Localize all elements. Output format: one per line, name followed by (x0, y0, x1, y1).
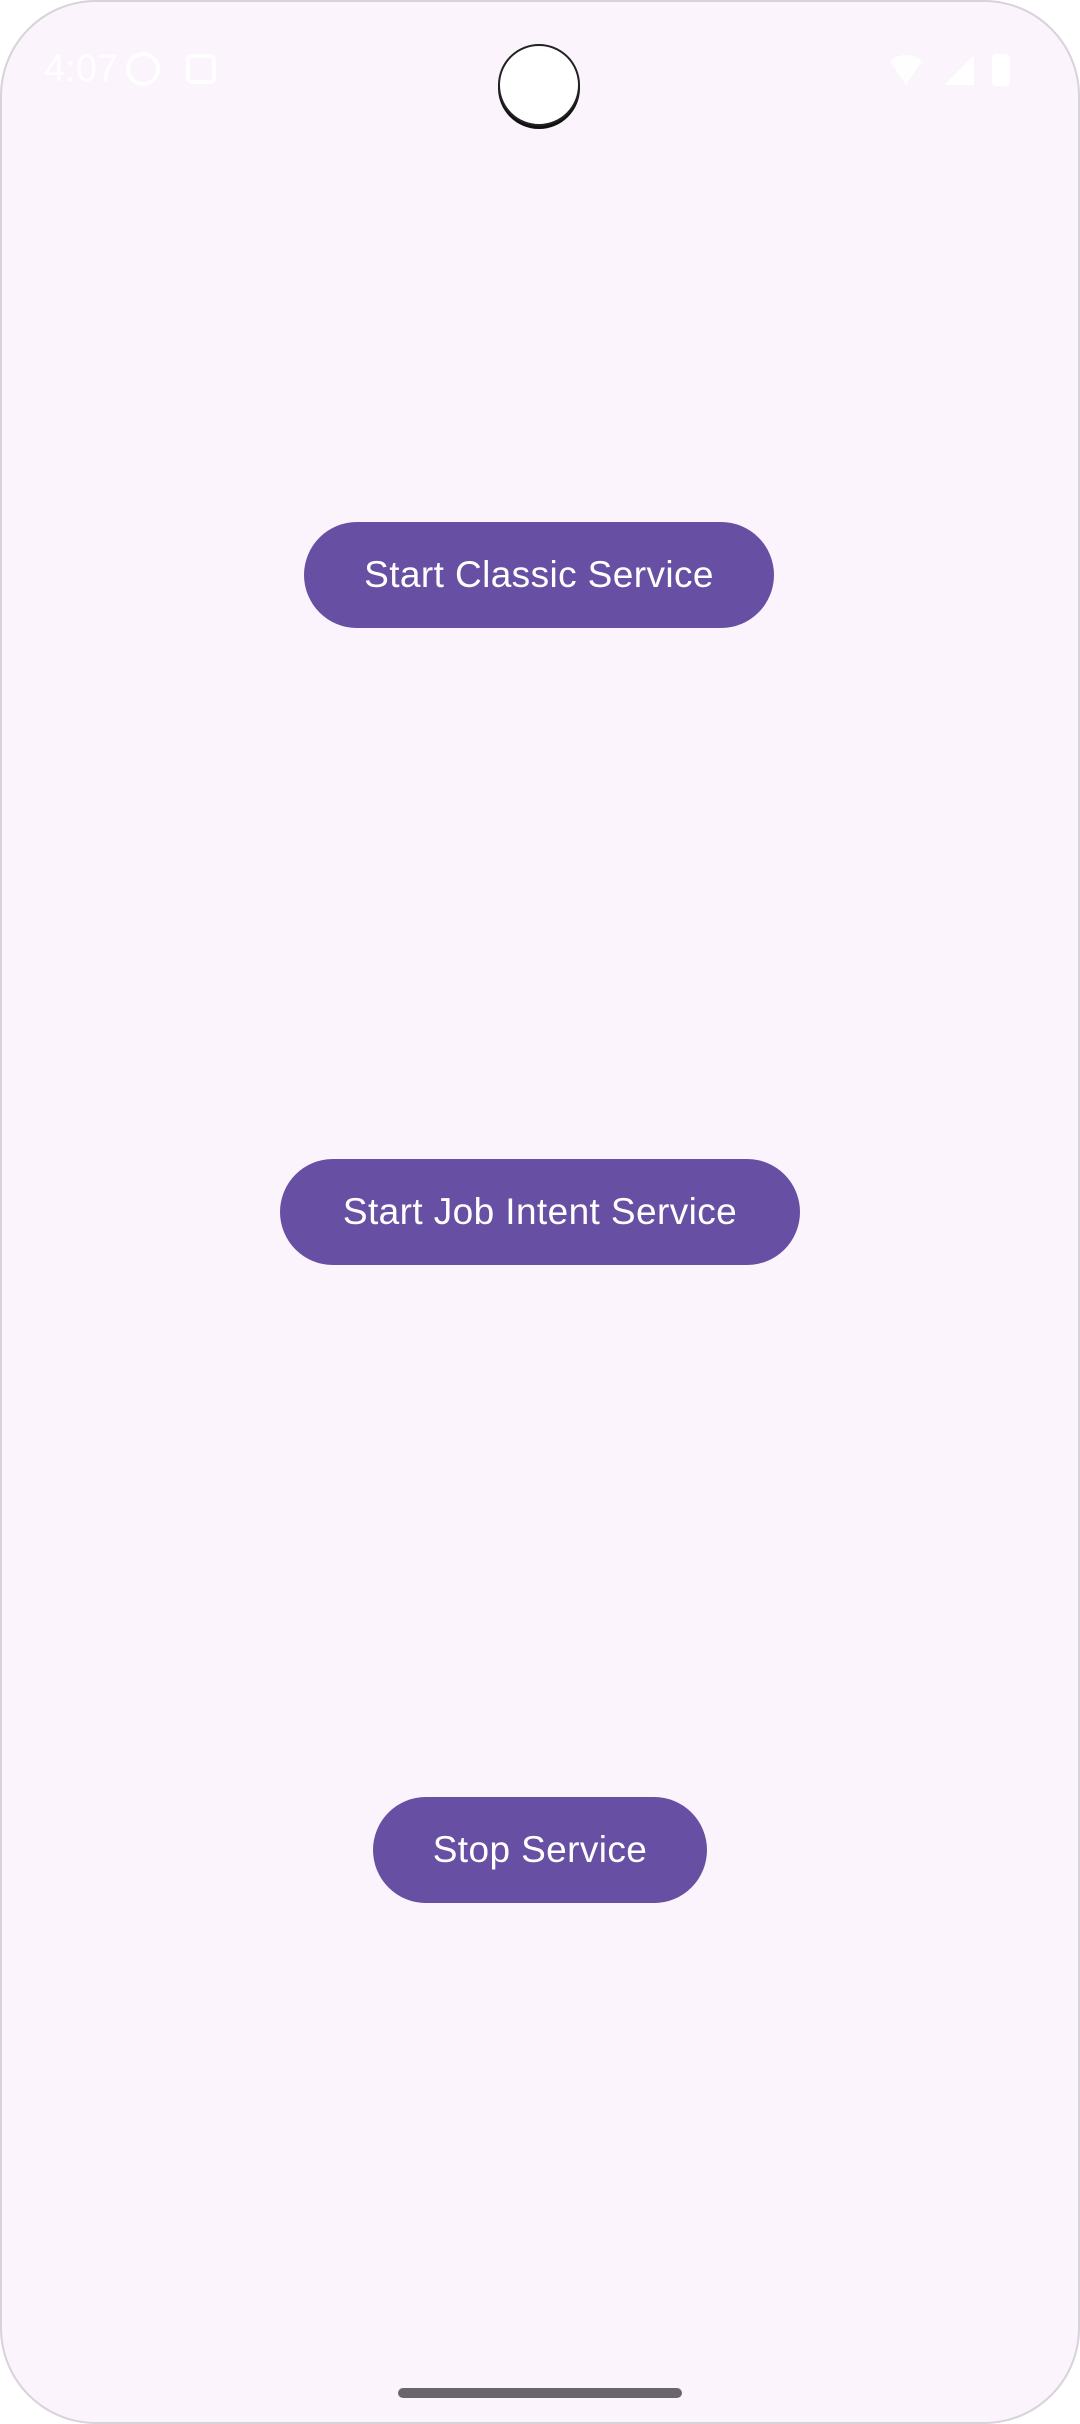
start-classic-service-button[interactable]: Start Classic Service (304, 522, 774, 628)
device-screen: 4:07 Start Classic Service Start Job Int… (0, 0, 1080, 2424)
status-icons (886, 52, 1010, 88)
status-time: 4:07 (44, 48, 118, 90)
info-icon (126, 52, 160, 86)
camera-cutout (498, 44, 580, 126)
stop-service-button[interactable]: Stop Service (373, 1797, 707, 1903)
battery-icon (992, 54, 1010, 86)
signal-icon (944, 55, 974, 85)
gesture-nav-handle[interactable] (398, 2388, 682, 2398)
square-notification-icon (186, 54, 216, 84)
start-job-intent-service-button[interactable]: Start Job Intent Service (280, 1159, 800, 1265)
wifi-icon (886, 55, 926, 85)
